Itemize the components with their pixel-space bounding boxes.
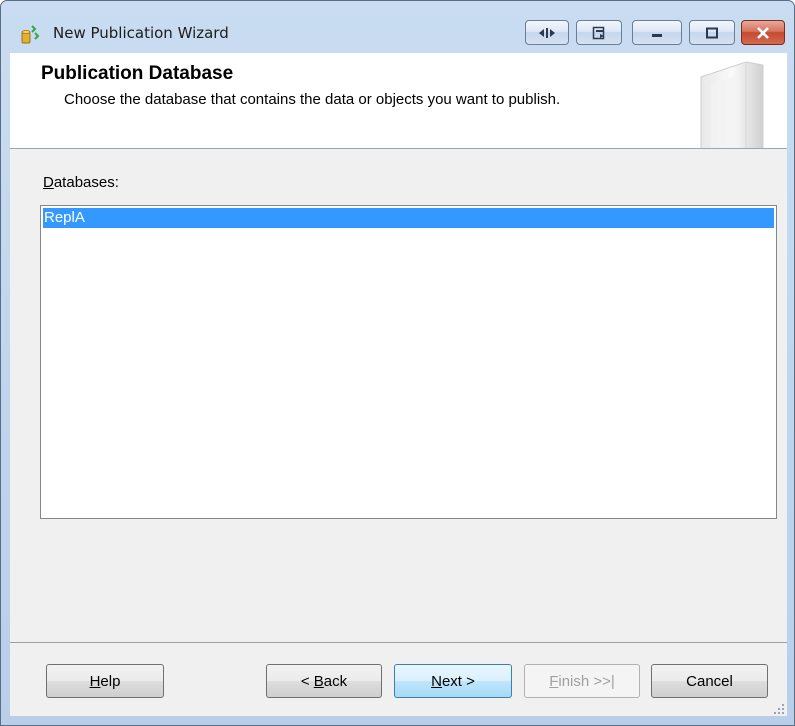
close-button[interactable] bbox=[741, 20, 785, 45]
back-button[interactable]: < Back bbox=[266, 664, 382, 698]
maximize-icon bbox=[705, 27, 719, 39]
title-bar[interactable]: New Publication Wizard bbox=[1, 1, 794, 53]
databases-label-text: atabases: bbox=[53, 174, 119, 191]
help-context-button[interactable] bbox=[576, 20, 622, 45]
finish-button-mnemonic: F bbox=[549, 672, 559, 690]
wizard-banner-icon bbox=[691, 57, 771, 148]
next-button[interactable]: Next > bbox=[394, 664, 512, 698]
cancel-button[interactable]: Cancel bbox=[651, 664, 768, 698]
database-list-item[interactable]: ReplA bbox=[43, 208, 774, 228]
back-button-prefix: < bbox=[300, 672, 314, 690]
minimize-button[interactable] bbox=[632, 20, 682, 45]
minimize-icon bbox=[650, 28, 664, 38]
help-button-label: elp bbox=[100, 672, 121, 690]
next-button-label: ext > bbox=[441, 672, 475, 690]
help-button-mnemonic: H bbox=[89, 672, 101, 690]
resize-grip-icon[interactable] bbox=[773, 702, 785, 714]
wizard-content: Databases: ReplA bbox=[10, 149, 787, 642]
help-button[interactable]: Help bbox=[46, 664, 164, 698]
next-button-mnemonic: N bbox=[431, 672, 442, 690]
databases-label-mnemonic: D bbox=[43, 174, 54, 191]
finish-button[interactable]: Finish >>| bbox=[524, 664, 640, 698]
wizard-footer: Help < Back Next > Finish >>| Cancel bbox=[10, 643, 787, 716]
resize-arrows-icon bbox=[537, 27, 557, 39]
publication-wizard-icon bbox=[19, 23, 41, 45]
wizard-header: Publication Database Choose the database… bbox=[10, 53, 787, 149]
back-button-label: ack bbox=[323, 672, 348, 690]
window-title: New Publication Wizard bbox=[53, 24, 229, 42]
databases-listbox[interactable]: ReplA bbox=[40, 205, 777, 519]
maximize-button[interactable] bbox=[689, 20, 735, 45]
finish-button-label: inish >>| bbox=[558, 672, 615, 690]
page-subtitle: Choose the database that contains the da… bbox=[64, 91, 561, 108]
resize-toggle-button[interactable] bbox=[525, 20, 569, 45]
page-title: Publication Database bbox=[41, 63, 234, 84]
wizard-window: New Publication Wizard Publication Datab… bbox=[0, 0, 795, 726]
close-icon bbox=[756, 26, 770, 39]
databases-label: Databases: bbox=[43, 174, 119, 191]
document-icon bbox=[592, 26, 606, 40]
back-button-mnemonic: B bbox=[313, 672, 324, 690]
